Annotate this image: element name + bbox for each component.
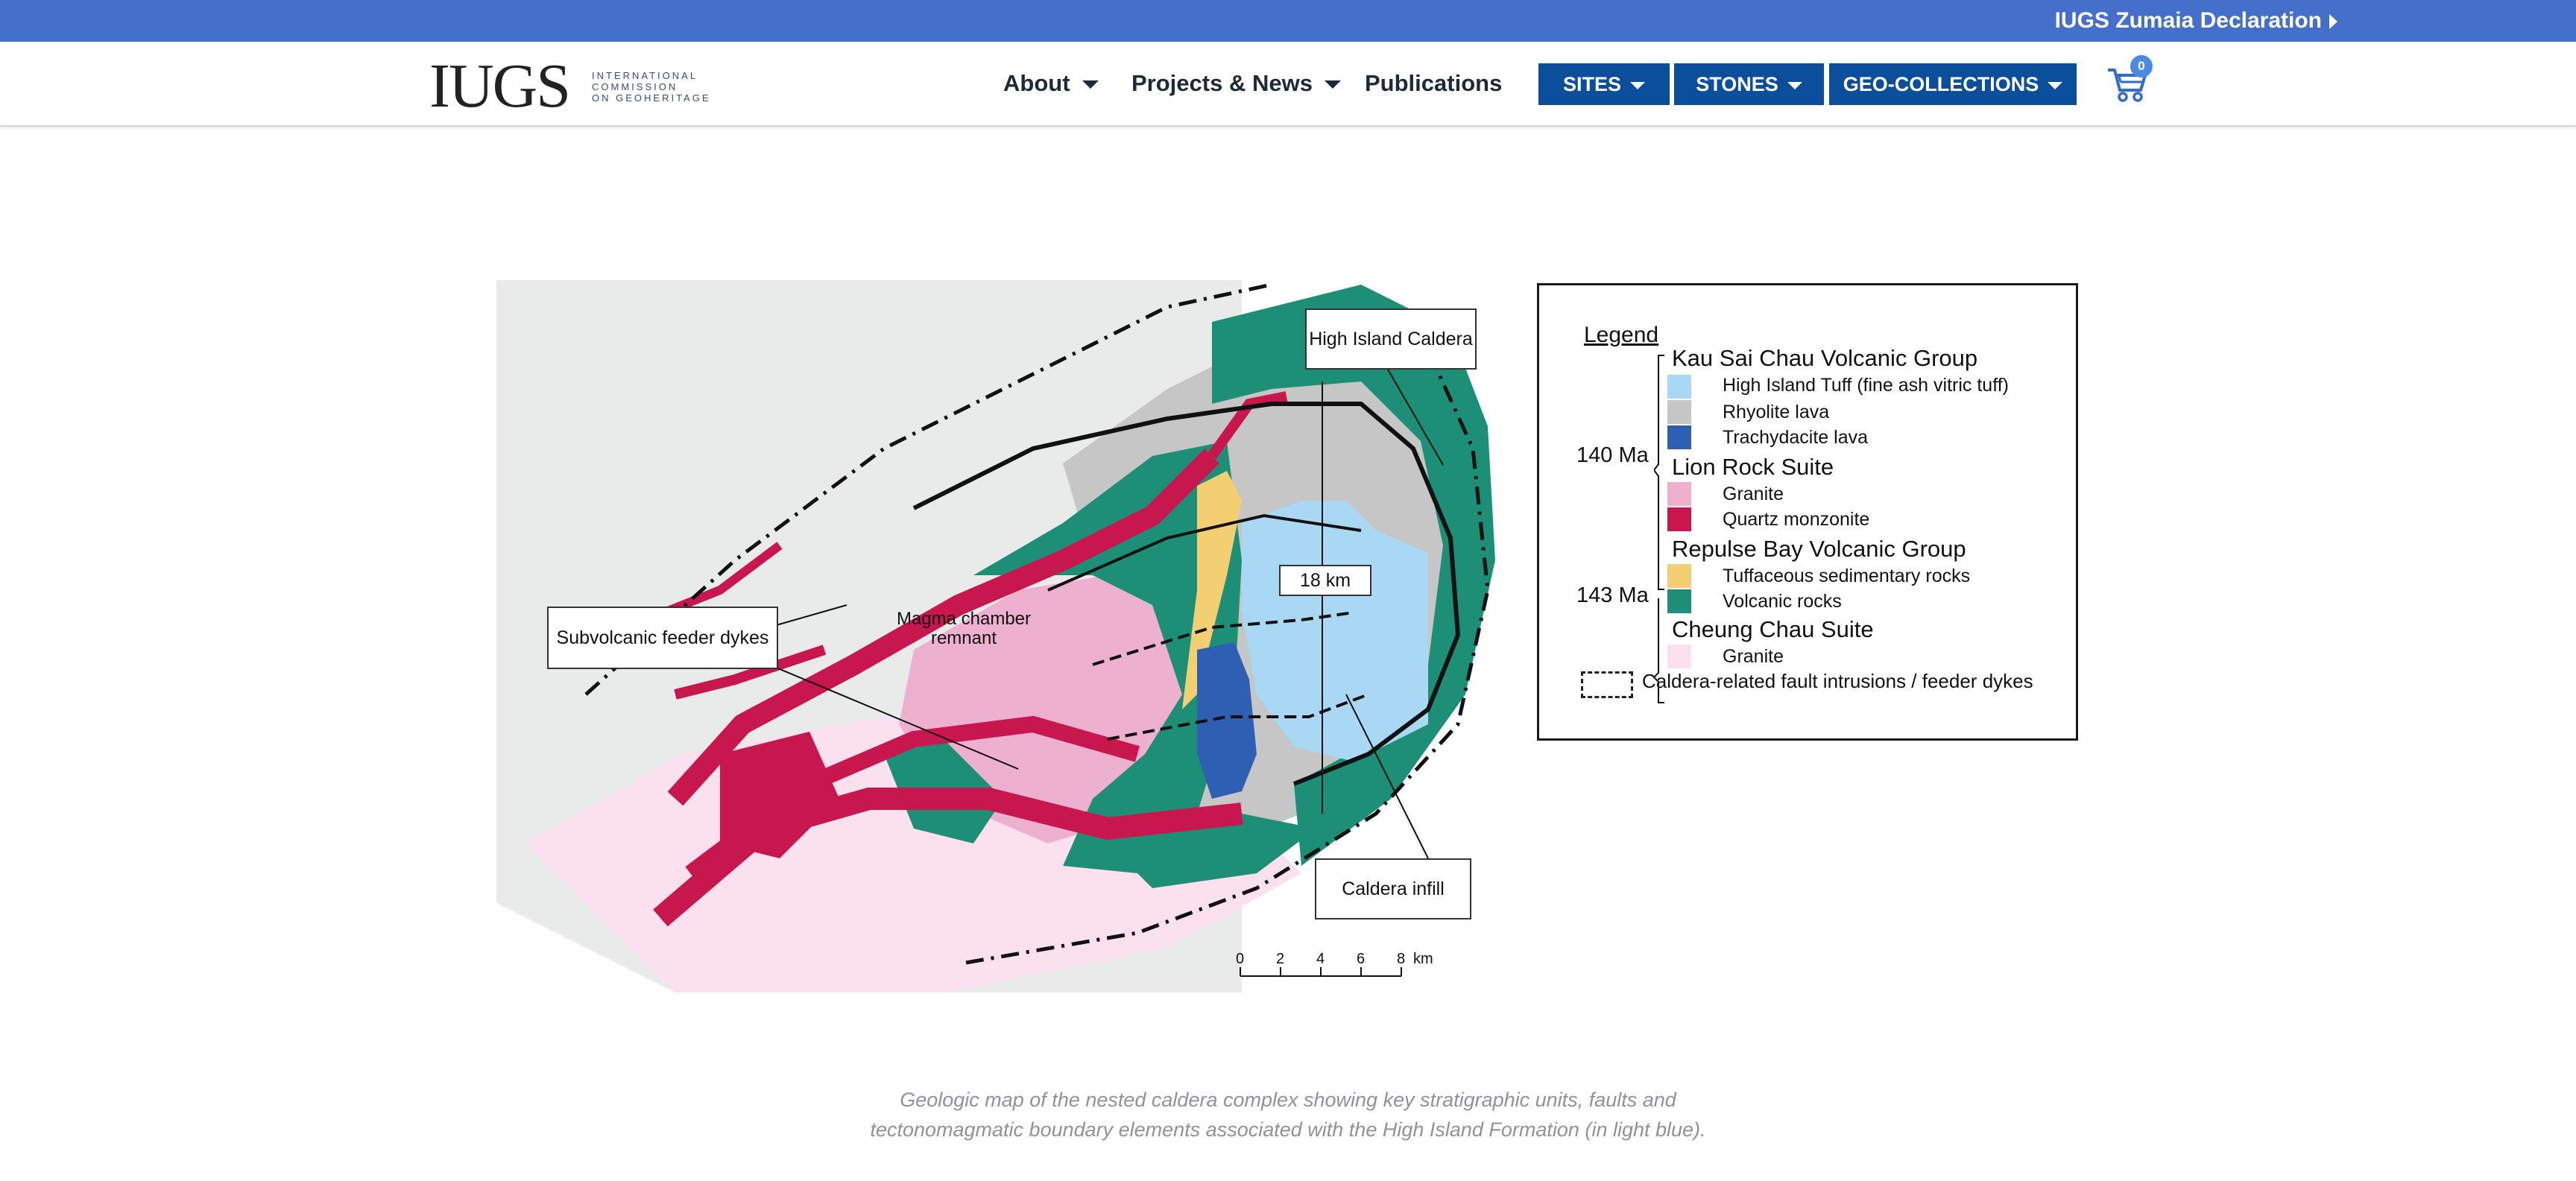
legend-swatch [1667,589,1691,613]
dyke-legend-label: Caldera-related fault intrusions / feede… [1642,670,2033,692]
legend-swatch [1667,564,1691,588]
legend-swatch [1667,375,1691,399]
scale-tick-label: 4 [1316,951,1325,967]
magma-chamber-line: remnant [930,628,997,648]
nav-geo-collections-button[interactable]: GEO-COLLECTIONS [1829,63,2077,105]
legend-swatch [1667,425,1691,449]
legend-swatch [1667,645,1691,668]
caption-line: Geologic map of the nested caldera compl… [900,1089,1676,1111]
legend-item: Trachydacite lava [1723,427,1868,448]
legend-item: Quartz monzonite [1723,509,1870,530]
logo-subtitle: INTERNATIONAL COMMISSION ON GEOHERITAGE [592,70,741,104]
nav-projects-label: Projects & News [1131,70,1313,96]
legend-swatch [1667,482,1691,506]
geologic-map-figure: High Island Caldera 18 km Subvolcanic fe… [496,277,2084,995]
nav-stones-label: STONES [1696,73,1778,95]
legend-item: Granite [1723,484,1784,504]
magma-chamber-line: Magma chamber [896,609,1032,629]
figure-caption: Geologic map of the nested caldera compl… [671,1085,1905,1144]
announcement-bar: IUGS Zumaia Declaration [0,0,2576,42]
scale-tick-label: 6 [1357,951,1366,967]
legend-item: Volcanic rocks [1723,591,1842,612]
age-label-143: 143 Ma [1576,583,1649,607]
legend-item: Rhyolite lava [1723,402,1830,422]
nav-publications-label: Publications [1365,70,1503,96]
legend-item: Granite [1723,646,1784,667]
nav-collections-label: GEO-COLLECTIONS [1843,73,2039,95]
cart-count-badge: 0 [2130,55,2153,77]
caret-right-icon [2329,14,2337,30]
legend-swatch [1667,400,1691,424]
legend-group-lion-rock: Lion Rock Suite [1672,454,1834,480]
legend-swatch [1667,507,1691,531]
scale-tick-label: 2 [1276,951,1285,967]
age-label-140: 140 Ma [1576,443,1649,467]
chevron-down-icon [1324,80,1341,89]
legend-group-kau-sai-chau: Kau Sai Chau Volcanic Group [1672,345,1978,371]
callout-caldera-infill: Caldera infill [1315,858,1471,919]
nav-about-label: About [1003,70,1070,96]
dyke-dashed-swatch [1581,671,1633,698]
nav-projects-news[interactable]: Projects & News [1131,67,1341,100]
chevron-down-icon [1630,81,1646,89]
scale-tick-label: 0 [1236,951,1245,967]
zumaia-declaration-link[interactable]: IUGS Zumaia Declaration [2055,0,2337,42]
legend-brace [1654,355,1664,703]
chevron-down-icon [1082,80,1099,89]
scale-unit-label: km [1413,951,1433,967]
legend-group-cheung-chau: Cheung Chau Suite [1672,616,1874,642]
nav-sites-button[interactable]: SITES [1538,63,1670,105]
legend-item: Tuffaceous sedimentary rocks [1723,566,1971,586]
nav-about[interactable]: About [1003,67,1099,100]
nav-stones-button[interactable]: STONES [1674,63,1824,105]
nav-sites-label: SITES [1562,73,1622,95]
zumaia-declaration-label: IUGS Zumaia Declaration [2054,8,2322,33]
caption-line: tectonomagmatic boundary elements associ… [870,1118,1706,1141]
chevron-down-icon [2048,81,2063,89]
legend-title: Legend [1584,323,1659,347]
magma-chamber-label: Magma chamber remnant [878,610,1049,648]
logo-subtitle-line: ON GEOHERITAGE [592,92,711,104]
chevron-down-icon [1787,81,1802,89]
legend-item: High Island Tuff (fine ash vitric tuff) [1723,375,2009,396]
logo-mark: IUGS [429,51,571,121]
logo-subtitle-line: INTERNATIONAL [592,70,698,81]
scale-tick-label: 8 [1397,951,1406,967]
logo-subtitle-line: COMMISSION [592,81,678,92]
legend-group-repulse-bay: Repulse Bay Volcanic Group [1672,536,1966,562]
map-legend: Legend Kau Sai Chau Volcanic Group High … [1537,283,2078,741]
nav-publications[interactable]: Publications [1365,67,1502,100]
callout-high-island-caldera: High Island Caldera [1305,308,1477,370]
callout-subvolcanic-feeder-dykes: Subvolcanic feeder dykes [547,607,778,669]
callout-18km: 18 km [1279,565,1371,596]
